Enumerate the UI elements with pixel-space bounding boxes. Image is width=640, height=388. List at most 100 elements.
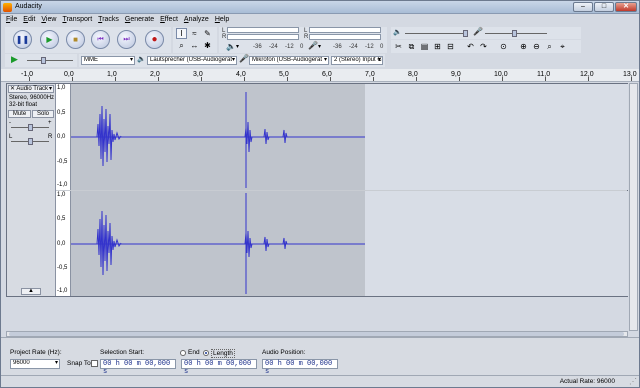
record-icon: ● <box>151 34 158 45</box>
output-device-select[interactable]: Lautsprecher (USB-Audiogerät <box>147 56 237 65</box>
fit-project-icon[interactable]: ⌖ <box>557 41 568 52</box>
play-button[interactable]: ▶ <box>40 30 59 49</box>
mixer-toolbar: 🔈 🎤 <box>391 27 581 39</box>
selection-start-field[interactable]: 00 h 00 m 00,000 s <box>100 359 176 376</box>
fit-selection-icon[interactable]: ⌕ <box>544 41 555 52</box>
skip-end-button[interactable]: ⏭ <box>117 30 136 49</box>
minimize-icon[interactable]: – <box>573 2 593 12</box>
project-rate-select[interactable]: 96000 <box>10 359 60 369</box>
vertical-scale-channel-1[interactable]: 1,0 0,5 0,0 -0,5 -1,0 <box>56 84 71 190</box>
audio-position-field[interactable]: 00 h 00 m 00,000 s <box>262 359 338 376</box>
timeshift-tool-icon[interactable]: ↔ <box>189 40 200 51</box>
track-close-icon[interactable]: ✕ <box>10 86 15 92</box>
zoom-in-icon[interactable]: ⊕ <box>518 41 529 52</box>
rec-scale-36: -36 <box>333 44 342 50</box>
audacity-app-icon <box>3 3 12 12</box>
menu-effect[interactable]: Effect <box>160 15 178 25</box>
resize-grip-icon[interactable]: ⋰ <box>629 377 637 386</box>
play-speed-slider[interactable] <box>27 57 73 64</box>
selection-length-field[interactable]: 00 h 00 m 00,000 s <box>181 359 257 376</box>
waveform-channel-2[interactable] <box>71 191 628 296</box>
zoom-out-icon[interactable]: ⊖ <box>531 41 542 52</box>
waveform-channel-1[interactable] <box>71 84 628 190</box>
undo-icon[interactable]: ↶ <box>465 41 476 52</box>
record-button[interactable]: ● <box>145 30 164 49</box>
cut-icon[interactable]: ✂ <box>393 41 404 52</box>
pan-slider[interactable] <box>11 138 49 145</box>
mic-dropdown-icon[interactable]: ▾ <box>318 43 321 50</box>
title-bar: Audacity – □ ✕ <box>1 1 639 14</box>
selection-tool-icon[interactable]: I <box>176 28 187 39</box>
collapse-arrow-icon[interactable]: ▲ <box>21 288 41 295</box>
host-select[interactable]: MME <box>81 56 135 65</box>
silence-icon[interactable]: ⊟ <box>445 41 456 52</box>
output-volume-slider[interactable] <box>405 30 468 37</box>
length-label: Length <box>211 349 235 358</box>
horizontal-scroll-thumb[interactable] <box>9 332 624 336</box>
ruler-tick <box>244 77 245 81</box>
trim-icon[interactable]: ⊞ <box>432 41 443 52</box>
rec-scale-0: 0 <box>380 44 384 50</box>
zoom-tool-icon[interactable]: ⌕ <box>176 40 187 51</box>
close-icon[interactable]: ✕ <box>615 2 637 12</box>
waveform-svg-2 <box>71 191 365 296</box>
pause-button[interactable]: ❚❚ <box>13 30 32 49</box>
menu-help[interactable]: Help <box>215 15 229 25</box>
rec-scale-24: -24 <box>349 44 358 50</box>
solo-button[interactable]: Solo <box>32 110 54 118</box>
ruler-tick <box>459 77 460 81</box>
play-scale-24: -24 <box>269 44 278 50</box>
vertical-scale-channel-2[interactable]: 1,0 0,5 0,0 -0,5 -1,0 <box>56 191 71 296</box>
output-volume-icon: 🔈 <box>393 29 402 36</box>
menu-bar: File Edit View Transport Tracks Generate… <box>1 15 639 25</box>
copy-icon[interactable]: ⧉ <box>406 41 417 52</box>
menu-analyze[interactable]: Analyze <box>184 15 209 25</box>
ruler-tick <box>115 77 116 81</box>
redo-icon[interactable]: ↷ <box>478 41 489 52</box>
vertical-scrollbar[interactable] <box>629 83 638 331</box>
speaker-icon[interactable]: 🔈 <box>226 42 236 51</box>
audio-position-label: Audio Position: <box>262 349 306 356</box>
track-menu-dropdown-icon[interactable]: ▾ <box>49 86 52 92</box>
play-scale-12: -12 <box>285 44 294 50</box>
scale-top-2: 1,0 <box>57 192 66 198</box>
menu-view[interactable]: View <box>41 15 56 25</box>
input-device-select[interactable]: Mikrofon (USB-Audiogerät <box>249 56 329 65</box>
paste-icon[interactable]: ▤ <box>419 41 430 52</box>
envelope-tool-icon[interactable]: ≈ <box>189 28 200 39</box>
scale-half-2: 0,5 <box>57 216 66 222</box>
ruler-tick <box>631 77 632 81</box>
microphone-icon[interactable]: 🎤 <box>308 41 318 50</box>
playback-meter-right <box>227 34 299 40</box>
record-meter-right <box>309 34 381 40</box>
maximize-icon[interactable]: □ <box>594 2 614 12</box>
ruler-label: 10,0 <box>494 71 508 78</box>
multi-tool-icon[interactable]: ✱ <box>202 40 213 51</box>
menu-file[interactable]: File <box>6 15 17 25</box>
skip-start-button[interactable]: ⏮ <box>91 30 110 49</box>
menu-transport[interactable]: Transport <box>62 15 92 25</box>
gain-slider[interactable] <box>11 124 49 131</box>
ruler-tick <box>330 77 331 81</box>
play-scale-0: 0 <box>300 44 304 50</box>
length-radio[interactable] <box>203 350 209 356</box>
input-volume-slider[interactable] <box>485 30 547 37</box>
draw-tool-icon[interactable]: ✎ <box>202 28 213 39</box>
end-radio[interactable] <box>180 350 186 356</box>
edit-toolbar: ✂ ⧉ ▤ ⊞ ⊟ ↶ ↷ ⊙ ⊕ ⊖ ⌕ ⌖ <box>391 40 581 53</box>
menu-generate[interactable]: Generate <box>125 15 154 25</box>
input-channels-select[interactable]: 2 (Stereo) Input C <box>331 56 383 65</box>
skip-end-icon: ⏭ <box>123 35 130 43</box>
timeline-ruler[interactable]: -1,0 0,0 1,0 2,0 3,0 4,0 5,0 6,0 7,0 8,0 9,0 10,0 11… <box>1 69 639 82</box>
meter-toolbar: L R L R 🔈 ▾ -36 -24 -12 0 🎤 ▾ -36 -24 -1… <box>219 27 387 53</box>
stop-button[interactable]: ■ <box>66 30 85 49</box>
mute-button[interactable]: Mute <box>8 110 31 118</box>
menu-edit[interactable]: Edit <box>23 15 35 25</box>
snap-to-checkbox[interactable] <box>91 360 98 367</box>
track-name-menu[interactable]: ✕ Audio Track ▾ <box>8 85 54 93</box>
speaker-dropdown-icon[interactable]: ▾ <box>236 43 239 50</box>
sync-lock-icon[interactable]: ⊙ <box>498 41 509 52</box>
menu-tracks[interactable]: Tracks <box>98 15 119 25</box>
ruler-label: 11,0 <box>537 71 551 78</box>
play-at-speed-icon[interactable]: ▶ <box>11 54 18 65</box>
